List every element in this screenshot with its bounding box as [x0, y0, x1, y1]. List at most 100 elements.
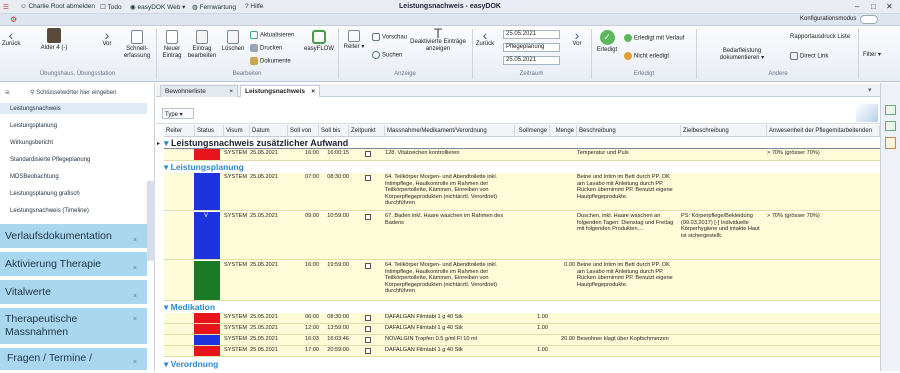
table-row[interactable]: SYSTEM 25.05.2021 12:00 13:59:00 DAFALGAN Fi… [164, 324, 880, 335]
column-header[interactable]: Status [195, 125, 224, 137]
table-row[interactable]: V SYSTEM 25.05.2021 09:00 10:59:00 67. Baden … [164, 212, 880, 260]
need-doc-dropdown[interactable]: Bedarfleistung dokumentieren ▾ [712, 48, 772, 62]
edit-entry-button[interactable]: Eintrag bearbeiten [187, 30, 217, 60]
nav-item-mdsbeobachtung[interactable]: MDSBeobachtung [10, 174, 59, 180]
section-header[interactable]: ▾ Medikation [164, 302, 880, 313]
nav-item-leistungsplanung[interactable]: Leistungsplanung [10, 123, 57, 129]
table-row[interactable]: SYSTEM 25.05.2021 16:03 16:03:46 NOVALGIN Tr… [164, 335, 880, 346]
nav-item-wirkungsbericht[interactable]: Wirkungsbericht [10, 140, 53, 146]
documents-button[interactable]: Dokumente [250, 57, 291, 65]
table-row[interactable]: SYSTEM 25.05.2021 06:00 08:30:00 DAFALGAN Fi… [164, 313, 880, 324]
table-row[interactable]: SYSTEM 25.05.2021 16:00 19:59:00 64. Teilkör… [164, 261, 880, 301]
collapse-icon[interactable]: ▾ [164, 138, 171, 148]
column-header[interactable]: Datum [250, 125, 288, 137]
maximize-icon[interactable]: □ [871, 2, 876, 11]
report-print-button[interactable]: Rapportausdruck Liste [790, 34, 850, 40]
date-to-field[interactable]: 25.05.2021 [503, 56, 560, 65]
settings-icon[interactable]: ⚙ [10, 15, 17, 24]
nav-item-leistungsnachweis[interactable]: Leistungsnachweis [10, 106, 61, 112]
accordion-fragen-termine[interactable]: Fragen / Termine / × [0, 348, 147, 372]
collapse-icon[interactable]: ▾ [164, 302, 171, 312]
close-icon[interactable]: × [133, 285, 137, 309]
zeitpunkt-checkbox[interactable] [365, 315, 371, 321]
tabs-dropdown[interactable]: Reiter ▾ [341, 30, 367, 51]
chevron-down-icon[interactable]: ▾ [868, 86, 872, 94]
done-with-progress-button[interactable]: Erledigt mit Verlauf [624, 34, 684, 42]
hamburger-icon[interactable]: ≡ [5, 88, 10, 97]
refresh-button[interactable]: Aktualisieren [250, 31, 294, 39]
type-dropdown[interactable]: Type ▾ [162, 108, 194, 119]
column-header[interactable]: Massnahme/Medikament/Verordnung [385, 125, 515, 137]
left-scrollbar[interactable] [147, 181, 155, 261]
tab-bewohnerliste[interactable]: Bewohnerliste × [160, 85, 238, 97]
tab-leistungsnachweis[interactable]: Leistungsnachweis × [240, 85, 320, 97]
zeitpunkt-checkbox[interactable] [365, 214, 371, 220]
column-header[interactable]: Menge [550, 125, 577, 137]
done-button[interactable]: ✓ Erledigt [594, 30, 620, 54]
table-row[interactable]: SYSTEM 25.05.2021 16:00 16:00:15 128. Vitalz… [164, 149, 880, 161]
forward-button[interactable]: › Vor [98, 28, 116, 48]
print-button[interactable]: Drucken [250, 44, 282, 52]
close-icon[interactable]: × [133, 313, 137, 326]
column-header[interactable]: Beschreibung [577, 125, 681, 137]
zeitpunkt-checkbox[interactable] [365, 326, 371, 332]
period-back-button[interactable]: ‹ Zurück [474, 28, 496, 48]
column-header[interactable]: Anwesenheit der Pflegemitarbeitenden [767, 125, 880, 137]
nav-item-leistungsnachweis-timeline[interactable]: Leistungsnachweis (Timeline) [10, 208, 89, 214]
zeitpunkt-checkbox[interactable] [365, 348, 371, 354]
cell-massnahme: 64. Teilkörper Morgen- und Abendtoilette… [385, 262, 498, 295]
not-done-button[interactable]: Nicht erledigt [624, 52, 669, 60]
collapse-icon[interactable]: ▾ [164, 162, 171, 172]
search-button[interactable]: Suchen [372, 51, 402, 59]
close-icon[interactable]: × [133, 229, 137, 253]
period-forward-button[interactable]: › Vor [567, 28, 587, 48]
notes-icon[interactable] [885, 137, 896, 149]
date-from-field[interactable]: 25.05.2021 [503, 30, 560, 39]
column-header[interactable]: Reiter [164, 125, 195, 137]
section-header[interactable]: ▾ Leistungsplanung [164, 162, 880, 173]
zeitpunkt-checkbox[interactable] [365, 175, 371, 181]
back-button[interactable]: ‹ Zurück [2, 28, 20, 48]
show-deactivated-button[interactable]: T Deaktivierte Einträge anzeigen [408, 26, 468, 53]
column-header[interactable]: Sollmenge [515, 125, 550, 137]
new-entry-button[interactable]: Neuer Eintrag [159, 30, 185, 60]
section-header[interactable]: ▾ Verordnung [164, 359, 880, 370]
grid-settings-icon[interactable] [856, 104, 878, 122]
section-header[interactable]: ▾ Leistungsnachweis zusätzlicher Aufwand [164, 138, 880, 149]
column-header[interactable]: Soll bis [319, 125, 349, 137]
panel-icon[interactable] [885, 121, 896, 131]
config-mode-toggle[interactable] [860, 15, 878, 24]
nav-item-leistungsplanung-grafisch[interactable]: Leistungsplanung grafisch [10, 191, 80, 197]
zeitpunkt-checkbox[interactable] [365, 151, 371, 157]
table-row[interactable]: SYSTEM 25.05.2021 07:00 08:30:00 64. Teilkör… [164, 173, 880, 211]
preview-button[interactable]: Vorschau [372, 33, 407, 41]
easyflow-button[interactable]: easyFLOW [303, 30, 335, 53]
zeitpunkt-checkbox[interactable] [365, 337, 371, 343]
accordion-verlaufsdokumentation[interactable]: Verlaufsdokumentation × [0, 224, 147, 250]
close-icon[interactable]: × [229, 88, 233, 95]
keyword-search-input[interactable]: ⚲ Schlüsselwörter hier eingeben [30, 89, 140, 96]
zeitpunkt-checkbox[interactable] [365, 263, 371, 269]
accordion-vitalwerte[interactable]: Vitalwerte × [0, 280, 147, 306]
close-icon[interactable]: × [311, 88, 315, 95]
filter-dropdown[interactable]: Filter ▾ [862, 52, 882, 59]
date-type-select[interactable]: Pflegeplanung [503, 43, 560, 52]
accordion-therapeutische-massnahmen[interactable]: Therapeutische Massnahmen × [0, 308, 147, 346]
panel-icon[interactable] [885, 105, 896, 115]
column-header[interactable]: Zielbeschreibung [681, 125, 767, 137]
column-header[interactable]: Zeitpunkt [349, 125, 385, 137]
close-icon[interactable]: × [133, 257, 137, 281]
minimize-icon[interactable]: – [855, 2, 859, 11]
accordion-aktivierung-therapie[interactable]: Aktivierung Therapie × [0, 252, 147, 278]
table-row[interactable]: SYSTEM 25.05.2021 17:00 20:59:00 DAFALGAN Fi… [164, 346, 880, 357]
column-header[interactable]: Visum [224, 125, 250, 137]
close-icon[interactable]: × [133, 353, 137, 373]
column-header[interactable]: Soll von [288, 125, 319, 137]
resident-selector[interactable]: Alder 4 (-) [28, 28, 80, 52]
delete-button[interactable]: Löschen [221, 30, 245, 53]
quick-entry-button[interactable]: Schnell-erfassung [122, 30, 152, 60]
nav-item-standardisierte-pflegeplanung[interactable]: Standardisierte Pflegeplanung [10, 157, 90, 163]
close-icon[interactable]: ✕ [886, 2, 893, 11]
direct-link-button[interactable]: Direct Link [790, 52, 828, 60]
collapse-icon[interactable]: ▾ [164, 359, 171, 369]
